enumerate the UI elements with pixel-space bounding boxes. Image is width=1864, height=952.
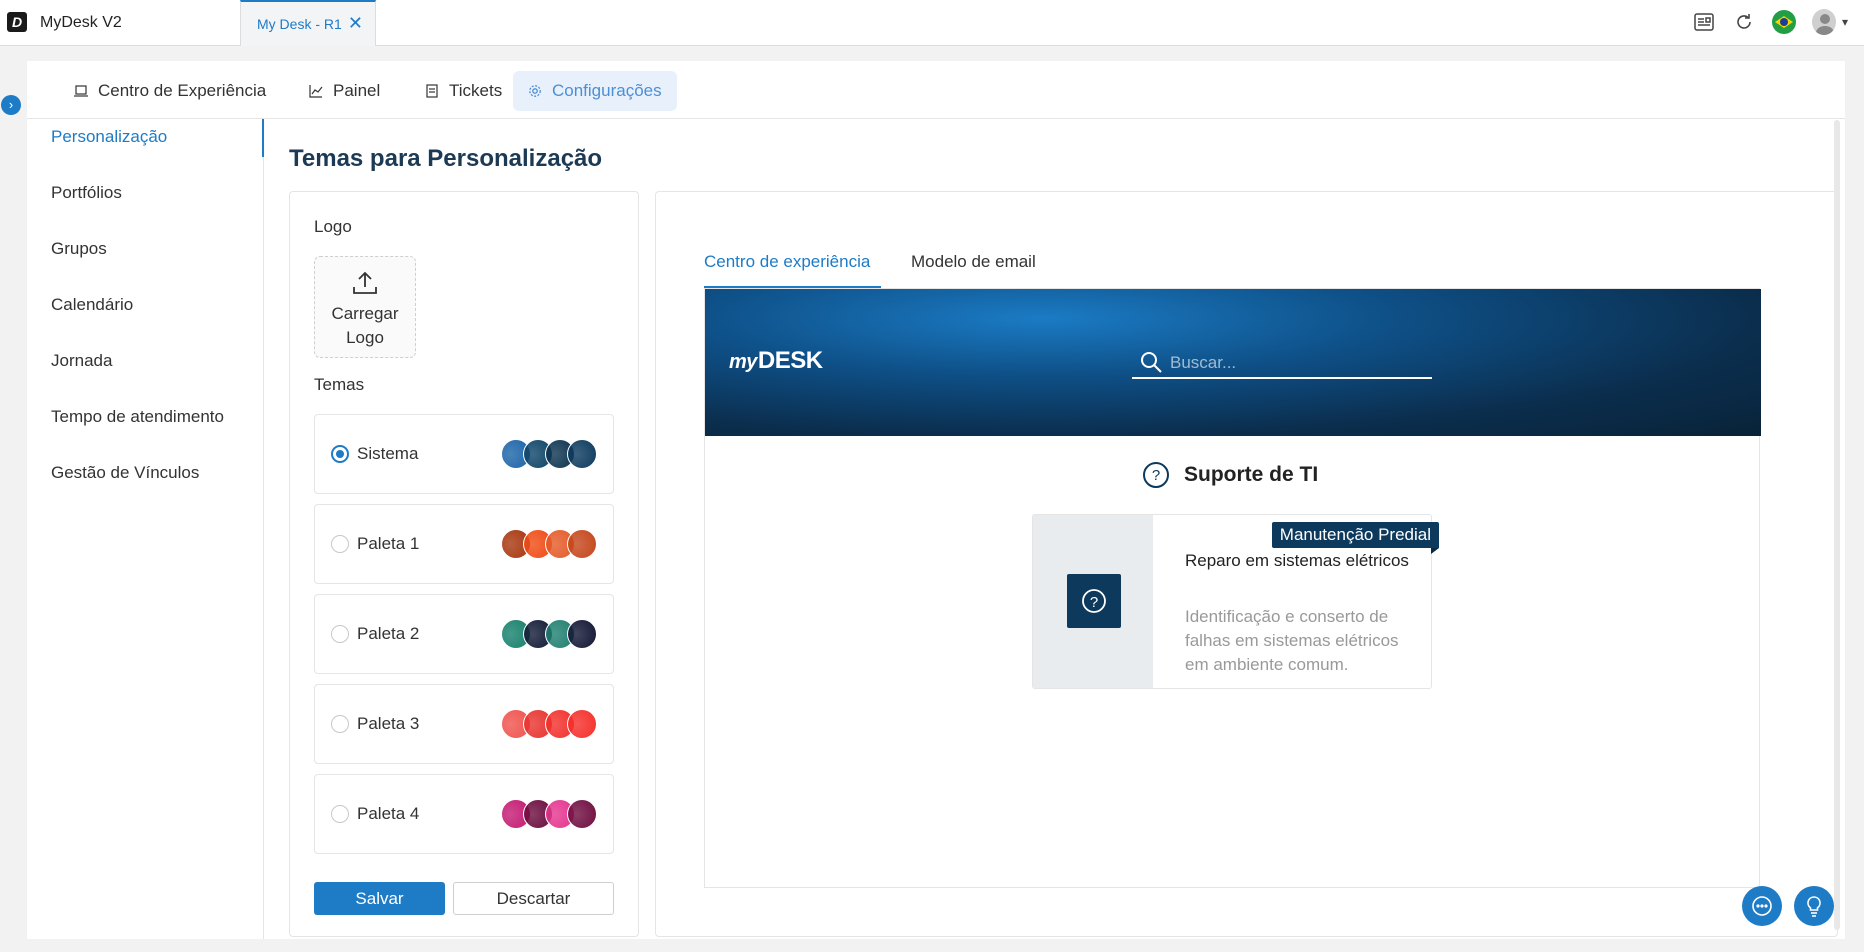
theme-option[interactable]: Paleta 3	[314, 684, 614, 764]
upload-logo-button[interactable]: Carregar Logo	[314, 256, 416, 358]
window-tab-label[interactable]: My Desk - R1	[257, 16, 342, 32]
theme-option[interactable]: Paleta 4	[314, 774, 614, 854]
portal-preview: myDESK ? Suporte de TI ? Manutenção Pred…	[704, 288, 1761, 888]
card-description: Identificação e conserto de falhas em si…	[1185, 607, 1399, 674]
sidebar-item-jornada[interactable]: Jornada	[51, 351, 112, 371]
theme-swatches	[501, 439, 597, 469]
top-navigation: Centro de Experiência Painel Tickets Con…	[27, 61, 1845, 119]
document-icon	[426, 84, 438, 98]
preview-panel: Centro de experiência Modelo de email my…	[655, 191, 1838, 937]
close-icon[interactable]: ✕	[348, 13, 363, 34]
nav-centro-experiencia[interactable]: Centro de Experiência	[59, 71, 281, 111]
sidebar-item-personalizacao[interactable]: Personalização	[51, 127, 167, 147]
theme-name: Paleta 4	[357, 804, 420, 823]
refresh-icon[interactable]	[1732, 10, 1756, 34]
color-swatch	[567, 439, 597, 469]
brand-my: my	[729, 351, 757, 373]
main-frame: Centro de Experiência Painel Tickets Con…	[27, 61, 1845, 939]
upload-label-line1: Carregar	[331, 304, 399, 323]
theme-radio[interactable]	[331, 445, 349, 463]
window-tab[interactable]: My Desk - R1 ✕	[240, 0, 376, 46]
gear-icon	[529, 85, 541, 97]
theme-name: Paleta 1	[357, 534, 420, 553]
themes-label: Temas	[314, 375, 365, 394]
theme-option[interactable]: Paleta 2	[314, 594, 614, 674]
help-circle-icon: ?	[1143, 462, 1169, 488]
card-icon-box: ?	[1067, 574, 1121, 628]
service-card[interactable]: ? Manutenção Predial Reparo em sistemas …	[1032, 514, 1440, 689]
tab-modelo-email[interactable]: Modelo de email	[911, 252, 1036, 272]
scrollbar[interactable]	[1834, 120, 1840, 930]
nav-painel[interactable]: Painel	[294, 71, 395, 111]
ideas-button[interactable]	[1794, 886, 1834, 926]
language-flag-icon[interactable]	[1771, 10, 1796, 34]
logo-label: Logo	[314, 217, 352, 236]
sidebar-item-calendario[interactable]: Calendário	[51, 295, 133, 315]
color-swatch	[567, 799, 597, 829]
chart-icon	[309, 85, 323, 98]
color-swatch	[567, 619, 597, 649]
tab-centro-experiencia[interactable]: Centro de experiência	[704, 252, 870, 272]
sidebar-item-grupos[interactable]: Grupos	[51, 239, 107, 259]
avatar[interactable]	[1811, 9, 1836, 35]
theme-settings-panel: Logo Carregar Logo Temas Sistema Paleta 1…	[289, 191, 639, 937]
theme-radio[interactable]	[331, 805, 349, 823]
theme-name: Paleta 2	[357, 624, 420, 643]
card-title: Reparo em sistemas elétricos	[1185, 551, 1409, 570]
settings-sidebar: Personalização Portfólios Grupos Calendá…	[27, 119, 264, 939]
theme-radio[interactable]	[331, 625, 349, 643]
nav-label: Painel	[333, 81, 381, 100]
svg-text:?: ?	[1090, 594, 1098, 611]
laptop-icon	[74, 85, 88, 97]
sidebar-item-gestao-vinculos[interactable]: Gestão de Vínculos	[51, 463, 199, 483]
theme-name: Sistema	[357, 444, 419, 463]
sidebar-item-tempo-atendimento[interactable]: Tempo de atendimento	[51, 407, 224, 427]
save-button[interactable]: Salvar	[314, 882, 445, 915]
nav-label: Tickets	[449, 81, 503, 100]
theme-option[interactable]: Sistema	[314, 414, 614, 494]
sidebar-item-portfolios[interactable]: Portfólios	[51, 183, 122, 203]
search-input[interactable]	[1170, 351, 1420, 375]
brand-logo: myDESK	[729, 347, 823, 375]
theme-option[interactable]: Paleta 1	[314, 504, 614, 584]
preview-banner: myDESK	[705, 289, 1761, 436]
section-header: ? Suporte de TI	[1142, 461, 1318, 489]
color-swatch	[567, 709, 597, 739]
upload-icon	[353, 271, 377, 294]
app-logo-icon: D	[7, 12, 27, 32]
theme-swatches	[501, 709, 597, 739]
nav-configuracoes[interactable]: Configurações	[513, 71, 677, 111]
page-title: Temas para Personalização	[289, 145, 603, 172]
theme-swatches	[501, 619, 597, 649]
nav-label: Configurações	[552, 81, 662, 100]
brand-desk: DESK	[757, 347, 823, 374]
svg-text:?: ?	[1152, 467, 1160, 484]
search-icon	[1141, 352, 1162, 373]
sidebar-expand-button[interactable]: ›	[1, 95, 21, 115]
theme-swatches	[501, 799, 597, 829]
lightbulb-icon	[1807, 896, 1821, 917]
nav-tickets[interactable]: Tickets	[410, 71, 517, 111]
theme-swatches	[501, 529, 597, 559]
discard-button[interactable]: Descartar	[453, 882, 614, 915]
help-circle-icon: ?	[1082, 589, 1106, 613]
color-swatch	[567, 529, 597, 559]
titlebar-actions: ▾	[1692, 9, 1848, 35]
upload-label-line2: Logo	[346, 328, 384, 347]
section-title: Suporte de TI	[1184, 463, 1319, 486]
theme-radio[interactable]	[331, 715, 349, 733]
chat-icon	[1752, 896, 1772, 916]
chevron-down-icon[interactable]: ▾	[1842, 15, 1848, 29]
card-media: ?	[1033, 515, 1153, 688]
title-bar: D MyDesk V2 My Desk - R1 ✕ ▾	[0, 0, 1864, 46]
chat-button[interactable]	[1742, 886, 1782, 926]
news-icon[interactable]	[1692, 10, 1716, 34]
theme-radio[interactable]	[331, 535, 349, 553]
app-title: MyDesk V2	[40, 14, 122, 31]
active-indicator	[262, 119, 264, 157]
preview-search	[1132, 349, 1432, 379]
nav-label: Centro de Experiência	[98, 81, 267, 100]
category-badge: Manutenção Predial	[1271, 522, 1440, 554]
theme-name: Paleta 3	[357, 714, 420, 733]
